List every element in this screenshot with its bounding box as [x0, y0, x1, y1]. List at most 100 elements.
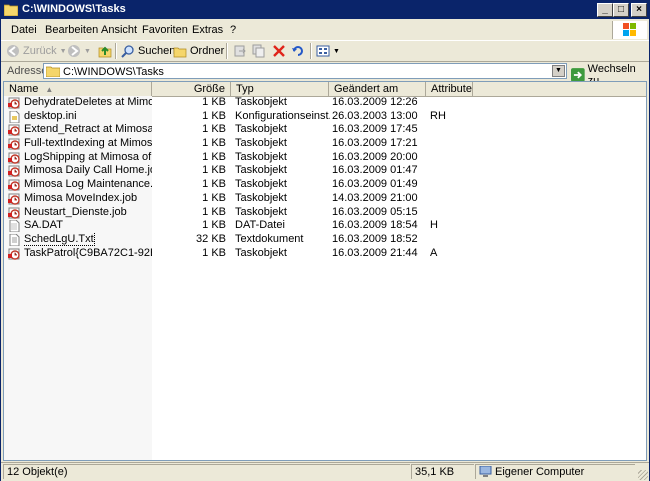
views-button[interactable]: ▼: [316, 43, 340, 59]
file-row[interactable]: DehydrateDeletes at Mimosa ... 1 KB Taskob…: [4, 96, 646, 110]
file-attributes: RH: [430, 109, 446, 122]
file-attributes: A: [430, 246, 438, 259]
menu-datei[interactable]: Datei: [11, 24, 37, 36]
column-header-name[interactable]: Name ▲: [4, 82, 152, 96]
move-to-button[interactable]: [233, 43, 247, 59]
folders-label: Ordner: [190, 45, 225, 57]
file-row[interactable]: SchedLgU.Txt 32 KB Textdokument 16.03.2009 …: [4, 232, 646, 247]
file-size: 1 KB: [202, 178, 226, 191]
file-row[interactable]: TaskPatrol{C9BA72C1-92E4-... 1 KB Taskobje…: [4, 247, 646, 261]
undo-icon: [292, 46, 303, 56]
task-icon: [8, 179, 21, 191]
forward-button[interactable]: ▼: [67, 43, 91, 59]
search-label: Suchen: [138, 45, 176, 57]
back-button[interactable]: Zurück ▼: [6, 43, 67, 59]
file-attributes: H: [430, 219, 438, 232]
column-header-size[interactable]: Größe: [152, 82, 231, 96]
status-total-size: 35,1 KB: [411, 464, 474, 479]
chevron-down-icon: ▼: [84, 47, 91, 55]
file-size: 1 KB: [202, 123, 226, 136]
file-attributes: [430, 206, 470, 220]
file-modified: 16.03.2009 21:44: [332, 246, 418, 259]
task-icon: [8, 207, 21, 219]
delete-button[interactable]: [272, 43, 286, 59]
toolbar-separator: [115, 43, 117, 59]
resize-grip-icon[interactable]: [638, 470, 648, 480]
toolbar: Zurück ▼ ▼ Suchen Ordner ▼: [1, 41, 649, 62]
menu-favoriten[interactable]: Favoriten: [142, 24, 188, 36]
file-row[interactable]: desktop.ini 1 KB Konfigurationseinst... 26.…: [4, 110, 646, 124]
status-object-count: 12 Objekt(e): [3, 464, 410, 479]
menu-help[interactable]: ?: [230, 24, 236, 36]
file-row[interactable]: Mimosa Log Maintenance.job 1 KB Taskobjekt…: [4, 178, 646, 192]
file-attributes: [430, 151, 470, 165]
file-type: DAT-Datei: [235, 219, 285, 232]
task-icon: [8, 248, 21, 260]
file-attributes: [430, 233, 470, 247]
back-arrow-icon: [7, 45, 19, 57]
file-type: Konfigurationseinst...: [235, 109, 330, 122]
menu-ansicht[interactable]: Ansicht: [101, 24, 137, 36]
up-folder-button[interactable]: [98, 43, 112, 59]
file-size: 1 KB: [202, 96, 226, 108]
address-dropdown-button[interactable]: ▼: [552, 65, 565, 77]
file-row[interactable]: Full-textIndexing at Mimosa o... 1 KB Task…: [4, 137, 646, 151]
minimize-button[interactable]: _: [597, 3, 613, 17]
toolbar-separator: [310, 43, 312, 59]
file-size: 1 KB: [202, 109, 226, 122]
menu-extras[interactable]: Extras: [192, 24, 223, 36]
file-modified: 16.03.2009 17:21: [332, 137, 418, 150]
file-row[interactable]: Mimosa Daily Call Home.job 1 KB Taskobjekt…: [4, 164, 646, 178]
menu-bearbeiten[interactable]: Bearbeiten: [45, 24, 98, 36]
file-name: Mimosa MoveIndex.job: [24, 191, 138, 204]
sort-ascending-icon: ▲: [45, 85, 54, 94]
title-bar[interactable]: C:\WINDOWS\Tasks _ □ ×: [1, 1, 649, 19]
folder-icon: [4, 4, 18, 16]
windows-logo-icon: [612, 21, 647, 39]
file-type: Taskobjekt: [235, 150, 287, 163]
status-location-label: Eigener Computer: [495, 465, 585, 478]
file-modified: 16.03.2009 01:47: [332, 164, 418, 177]
file-size: 1 KB: [202, 219, 226, 232]
address-value: C:\WINDOWS\Tasks: [63, 66, 164, 78]
column-header-type[interactable]: Typ: [231, 82, 329, 96]
file-name: Full-textIndexing at Mimosa o...: [24, 137, 152, 150]
file-attributes: [430, 164, 470, 178]
file-attributes: [430, 96, 470, 110]
file-type: Taskobjekt: [235, 246, 287, 259]
search-icon: [121, 45, 134, 58]
copy-to-button[interactable]: [252, 43, 266, 59]
menu-bar: Datei Bearbeiten Ansicht Favoriten Extra…: [1, 20, 649, 41]
file-attributes: [430, 178, 470, 192]
file-row[interactable]: LogShipping at Mimosa of EXC... 1 KB Tasko…: [4, 151, 646, 165]
column-header-modified[interactable]: Geändert am: [329, 82, 426, 96]
file-row[interactable]: Mimosa MoveIndex.job 1 KB Taskobjekt 14.03.…: [4, 192, 646, 206]
file-list[interactable]: Name ▲ Größe Typ Geändert am Attribute D…: [3, 81, 647, 461]
file-attributes: [430, 137, 470, 151]
file-type: Taskobjekt: [235, 137, 287, 150]
search-button[interactable]: Suchen: [121, 43, 175, 59]
status-bar: 12 Objekt(e) 35,1 KB Eigener Computer: [1, 462, 649, 481]
views-icon: [316, 45, 330, 57]
file-type: Textdokument: [235, 232, 304, 245]
file-row[interactable]: Extend_Retract at Mimosa of ... 1 KB Tasko…: [4, 123, 646, 137]
file-modified: 26.03.2003 13:00: [332, 109, 418, 122]
file-modified: 16.03.2009 01:49: [332, 178, 418, 191]
file-name: Mimosa Log Maintenance.job: [24, 178, 152, 191]
address-input[interactable]: C:\WINDOWS\Tasks ▼: [43, 63, 567, 79]
go-arrow-icon: [571, 68, 585, 82]
undo-button[interactable]: [291, 43, 305, 59]
maximize-button[interactable]: □: [613, 3, 629, 17]
file-name: Mimosa Daily Call Home.job: [24, 164, 152, 177]
file-row[interactable]: Neustart_Dienste.job 1 KB Taskobjekt 16.03.…: [4, 206, 646, 220]
file-size: 1 KB: [202, 246, 226, 259]
task-icon: [8, 152, 21, 164]
task-icon: [8, 138, 21, 150]
column-header-attributes[interactable]: Attribute: [426, 82, 473, 96]
file-row[interactable]: SA.DAT 1 KB DAT-Datei 16.03.2009 18:54 H: [4, 219, 646, 233]
folders-button[interactable]: Ordner: [173, 43, 224, 59]
close-button[interactable]: ×: [631, 3, 647, 17]
file-size: 32 KB: [196, 232, 226, 245]
column-name-label: Name: [9, 83, 39, 95]
file-type: Taskobjekt: [235, 123, 287, 136]
